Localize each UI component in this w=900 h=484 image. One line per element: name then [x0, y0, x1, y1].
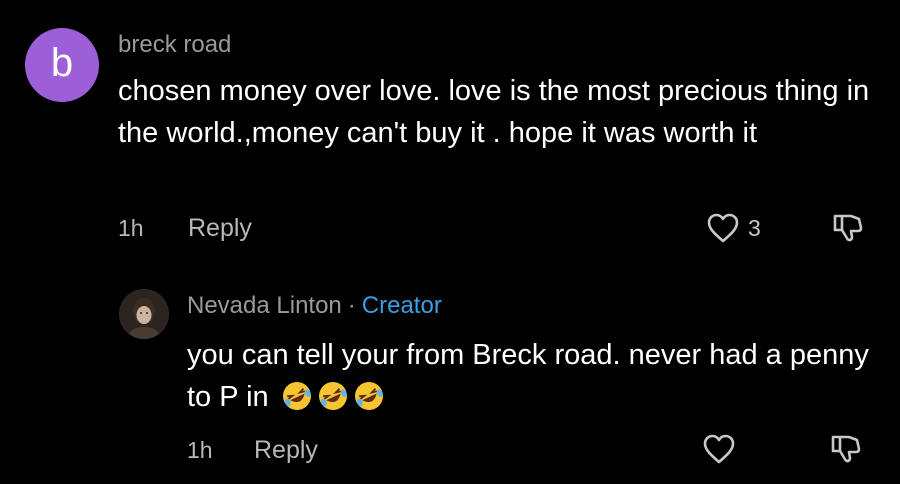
reply-text-block: you can tell your from Breck road. never…: [187, 334, 877, 418]
dislike-button[interactable]: [829, 432, 863, 466]
heart-outline-icon: [707, 213, 739, 243]
rolling-on-floor-laughing-emoji: [354, 382, 383, 410]
comment-author[interactable]: breck road: [118, 31, 231, 59]
thumbs-down-icon: [833, 214, 863, 242]
like-button[interactable]: 3: [706, 212, 761, 244]
separator: ·: [347, 292, 356, 319]
reply-comment: Nevada Linton · Creator you can tell your …: [0, 270, 900, 484]
like-count: 3: [748, 214, 761, 241]
avatar[interactable]: [119, 289, 169, 339]
comment: b breck road chosen money over love. lov…: [0, 0, 900, 260]
reply-button[interactable]: Reply: [254, 436, 318, 465]
reply-timestamp: 1h: [187, 437, 213, 463]
dislike-button[interactable]: [831, 211, 865, 245]
like-button[interactable]: [702, 433, 736, 465]
rolling-on-floor-laughing-emoji: [282, 382, 311, 410]
comment-timestamp: 1h: [118, 215, 144, 241]
reply-button[interactable]: Reply: [188, 214, 252, 243]
comment-text: chosen money over love. love is the most…: [118, 75, 870, 149]
heart-outline-icon: [703, 434, 735, 464]
creator-badge: Creator: [361, 292, 442, 319]
thumbs-down-icon: [831, 435, 861, 463]
rolling-on-floor-laughing-emoji: [318, 382, 347, 410]
reply-author[interactable]: Nevada Linton: [187, 292, 342, 319]
reply-author-row: Nevada Linton · Creator: [187, 292, 442, 320]
avatar[interactable]: b: [25, 28, 99, 102]
